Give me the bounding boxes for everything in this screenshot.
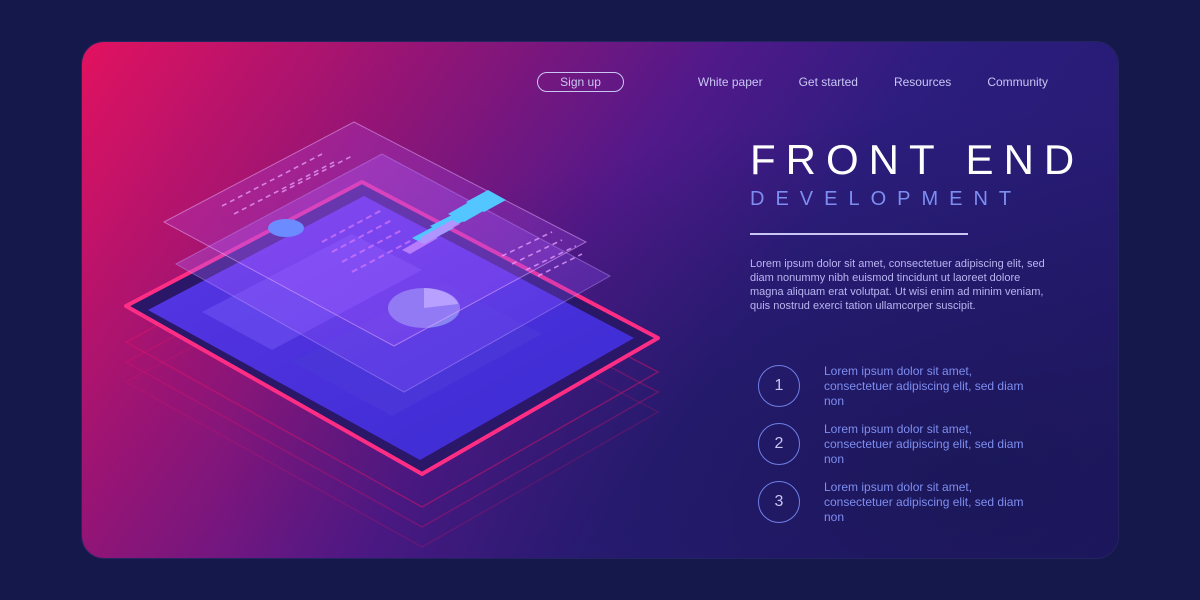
- step-text: Lorem ipsum dolor sit amet, consectetuer…: [824, 479, 1024, 524]
- step-text: Lorem ipsum dolor sit amet, consectetuer…: [824, 421, 1024, 466]
- hero-title: FRONT END: [750, 136, 1085, 183]
- hero-description: Lorem ipsum dolor sit amet, consectetuer…: [750, 258, 1045, 312]
- landing-card: Sign up White paper Get started Resource…: [82, 42, 1118, 558]
- nav-link-community[interactable]: Community: [987, 75, 1048, 89]
- step-number-circle: 3: [758, 481, 800, 523]
- nav-link-white-paper[interactable]: White paper: [698, 75, 763, 89]
- page: Sign up White paper Get started Resource…: [0, 0, 1200, 600]
- tablet-illustration: [124, 121, 660, 548]
- hero-section: FRONT END DEVELOPMENT Lorem ipsum dolor …: [750, 138, 1084, 324]
- nav-link-resources[interactable]: Resources: [894, 75, 951, 89]
- signup-button[interactable]: Sign up: [537, 72, 624, 92]
- top-nav: Sign up White paper Get started Resource…: [537, 72, 1048, 92]
- step-item: 1 Lorem ipsum dolor sit amet, consectetu…: [758, 363, 1040, 408]
- hero-divider: [750, 233, 968, 235]
- step-item: 2 Lorem ipsum dolor sit amet, consectetu…: [758, 421, 1040, 466]
- step-number-circle: 2: [758, 423, 800, 465]
- nav-link-get-started[interactable]: Get started: [799, 75, 858, 89]
- step-item: 3 Lorem ipsum dolor sit amet, consectetu…: [758, 479, 1040, 524]
- steps-list: 1 Lorem ipsum dolor sit amet, consectetu…: [758, 363, 1040, 540]
- step-text: Lorem ipsum dolor sit amet, consectetuer…: [824, 363, 1024, 408]
- step-number-circle: 1: [758, 365, 800, 407]
- hero-subtitle: DEVELOPMENT: [750, 188, 1023, 210]
